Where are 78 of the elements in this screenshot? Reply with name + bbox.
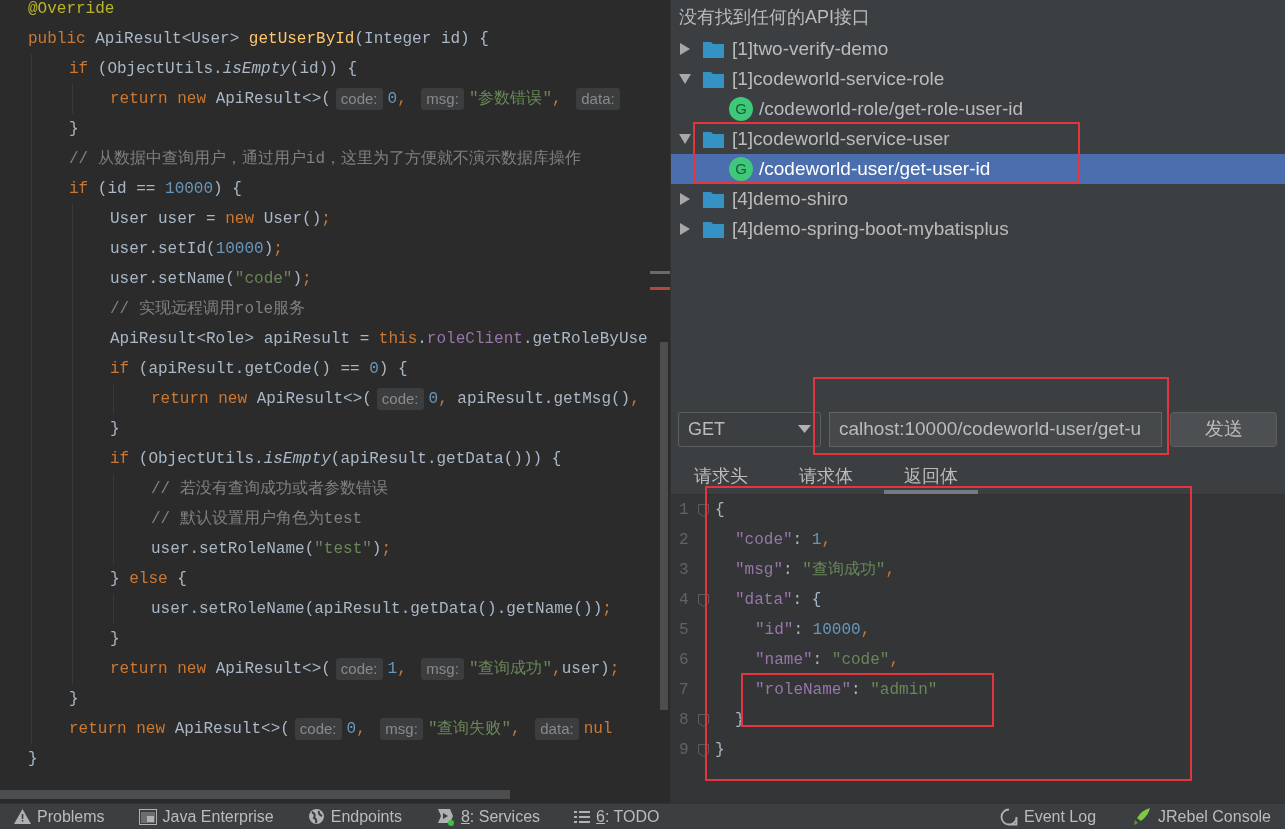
tree-item[interactable]: [1]codeworld-service-user	[671, 124, 1285, 154]
code-line: if (ObjectUtils.isEmpty(id)) {	[69, 59, 358, 80]
vertical-scrollbar[interactable]	[660, 342, 668, 710]
folder-icon	[703, 220, 724, 238]
fold-marker-icon[interactable]	[697, 743, 709, 757]
folder-icon	[703, 130, 724, 148]
code-line: "data": {	[734, 590, 822, 611]
tool-window-button[interactable]: Java Enterprise	[138, 804, 274, 829]
code-line: // 实现远程调用role服务	[110, 299, 306, 320]
code-line: user.setRoleName("test");	[151, 539, 392, 560]
tab[interactable]: 请求体	[779, 462, 873, 494]
play-services-icon	[435, 807, 455, 826]
tab[interactable]: 请求头	[674, 462, 768, 494]
circle-letter-icon: G	[729, 157, 753, 181]
tree-item[interactable]: [4]demo-shiro	[671, 184, 1285, 214]
code-line: }	[28, 749, 38, 770]
collapsed-triangle-icon[interactable]	[679, 223, 691, 235]
caret-icon	[798, 425, 811, 433]
code-line: }	[714, 740, 725, 761]
expanded-triangle-icon[interactable]	[679, 73, 691, 85]
code-line: "id": 10000,	[754, 620, 871, 641]
code-line: if (ObjectUtils.isEmpty(apiResult.getData())) {	[110, 449, 562, 470]
folder-icon	[703, 40, 724, 58]
code-line: ApiResult<Role> apiResult = this.roleClient.getRoleByUse	[110, 329, 648, 350]
code-line: // 若没有查询成功或者参数错误	[151, 479, 388, 500]
code-line: "code": 1,	[734, 530, 832, 551]
code-line: @Override	[28, 0, 115, 20]
code-line: if (id == 10000) {	[69, 179, 242, 200]
code-line: return new ApiResult<>( code: 0, msg: "参数错误", data:	[110, 84, 625, 114]
fold-marker-icon[interactable]	[697, 503, 709, 517]
horizontal-scrollbar[interactable]	[0, 790, 510, 799]
code-line: // 默认设置用户角色为test	[151, 508, 363, 530]
code-line: return new ApiResult<>( code: 1, msg: "查询成功",user);	[110, 654, 620, 684]
code-line: user.setName("code");	[110, 269, 312, 290]
code-line: // 从数据中查询用户，通过用户id，这里为了方便就不演示数据库操作	[69, 148, 581, 170]
code-line: }	[110, 419, 120, 440]
collapsed-triangle-icon[interactable]	[679, 193, 691, 205]
tree-item[interactable]: [1]two-verify-demo	[671, 34, 1285, 64]
fold-marker-icon[interactable]	[697, 713, 709, 727]
folder-icon	[703, 190, 724, 208]
url-field[interactable]: calhost:10000/codeworld-user/get-u	[829, 411, 1162, 447]
list-icon	[574, 809, 591, 824]
code-line: return new ApiResult<>( code: 0, apiResult.getMsg(),	[151, 384, 640, 414]
tree-item[interactable]: G /codeworld-role/get-role-user-id	[671, 94, 1285, 124]
expanded-triangle-icon[interactable]	[679, 133, 691, 145]
tree-item[interactable]: [1]codeworld-service-role	[671, 64, 1285, 94]
tool-window-button[interactable]: Endpoints	[307, 804, 402, 829]
code-line: user.setId(10000);	[110, 239, 283, 260]
collapsed-triangle-icon[interactable]	[679, 43, 691, 55]
code-line: }	[69, 689, 79, 710]
code-line: "roleName": "admin"	[754, 680, 938, 701]
code-line: } else {	[110, 569, 187, 590]
tree-item[interactable]: [4]demo-spring-boot-mybatisplus	[671, 214, 1285, 244]
code-line: if (apiResult.getCode() == 0) {	[110, 359, 408, 380]
code-line: User user = new User();	[110, 209, 331, 230]
globe-icon	[307, 808, 325, 825]
tool-window-button[interactable]: Problems	[14, 804, 105, 829]
tool-window-button[interactable]: 6: TODO	[574, 804, 660, 829]
window-grid-icon	[138, 808, 157, 825]
code-line: "name": "code",	[754, 650, 900, 671]
code-line: return new ApiResult<>( code: 0, msg: "查询失败", data: nul	[69, 714, 613, 744]
code-line: "msg": "查询成功",	[734, 560, 896, 581]
code-line: user.setRoleName(apiResult.getData().getName());	[151, 599, 612, 620]
warning-icon	[14, 809, 31, 824]
tool-window-button[interactable]: JRebel Console	[1132, 804, 1271, 829]
fold-marker-icon[interactable]	[697, 593, 709, 607]
folder-icon	[703, 70, 724, 88]
tree-item[interactable]: G /codeworld-user/get-user-id	[671, 154, 1285, 184]
code-line: public ApiResult<User> getUserById(Integer id) {	[28, 29, 489, 50]
empty-message: 没有找到任何的API接口	[678, 6, 871, 29]
tool-window-button[interactable]: Event Log	[1000, 804, 1097, 829]
send-button[interactable]: 发送	[1170, 411, 1277, 447]
code-line: }	[69, 119, 79, 140]
method-dropdown[interactable]: GET	[678, 411, 821, 447]
circle-letter-icon: G	[729, 97, 753, 121]
tool-window-button[interactable]: 8: Services	[435, 804, 541, 829]
code-line: }	[110, 629, 120, 650]
code-line: {	[714, 500, 725, 521]
